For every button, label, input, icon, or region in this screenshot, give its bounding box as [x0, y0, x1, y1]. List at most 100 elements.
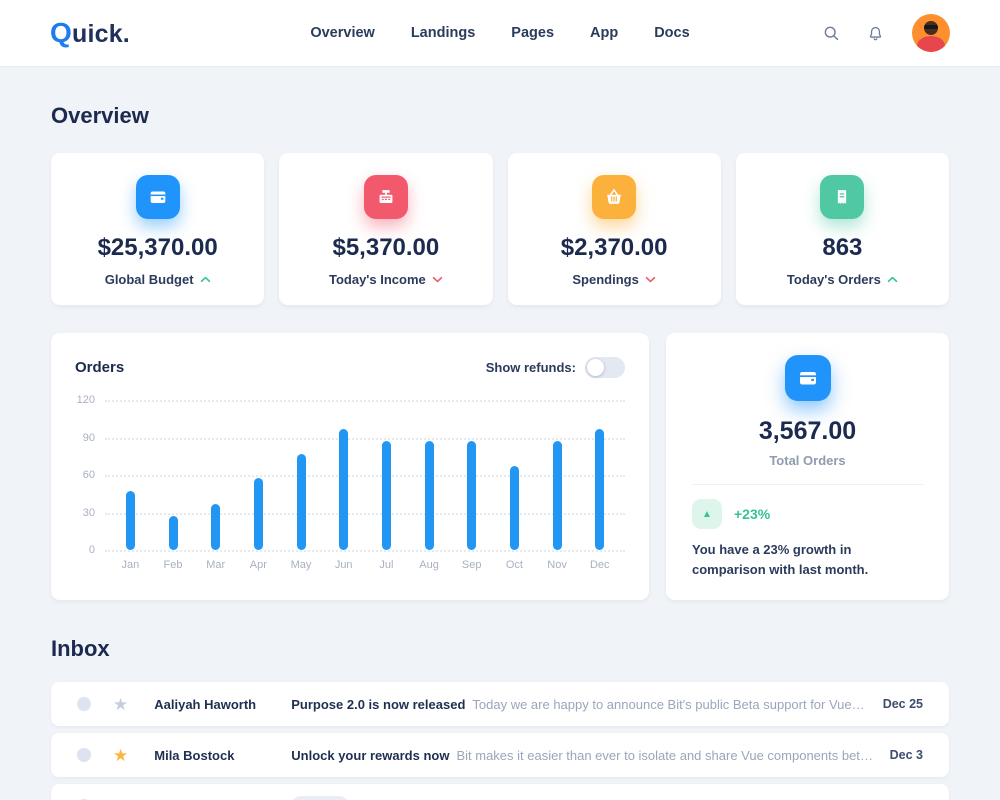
message-subject: Purpose 2.0 is now released: [291, 697, 465, 712]
page-title: Overview: [51, 103, 949, 129]
chart-header: Orders Show refunds:: [75, 357, 625, 378]
stat-label-dropdown[interactable]: Global Budget: [51, 272, 264, 287]
x-axis-label: Sep: [450, 559, 493, 571]
chart-title: Orders: [75, 359, 124, 376]
message-subject: Unlock your rewards now: [291, 748, 449, 763]
bar-column: [536, 400, 579, 550]
stat-label-text: Today's Income: [329, 272, 426, 287]
stat-label-text: Spendings: [572, 272, 638, 287]
message-preview: Bit makes it easier than ever to isolate…: [456, 748, 873, 763]
stat-cards: $25,370.00 Global Budget $5,370.00 Today…: [51, 153, 949, 305]
nav-item-app[interactable]: App: [590, 25, 618, 41]
page-content: Overview $25,370.00 Global Budget $5,370…: [0, 103, 1000, 800]
avatar-shirt: [917, 36, 945, 52]
stat-label-dropdown[interactable]: Today's Income: [279, 272, 492, 287]
orders-chart-card: Orders Show refunds: 1209060300 JanFebMa…: [51, 333, 649, 600]
stat-value: $25,370.00: [51, 234, 264, 262]
x-axis-label: May: [280, 559, 323, 571]
total-orders-label: Total Orders: [692, 453, 923, 468]
plot-area: [105, 400, 625, 550]
stat-value: $5,370.00: [279, 234, 492, 262]
cash-register-icon: [364, 175, 408, 219]
stat-card-spendings: $2,370.00 Spendings: [508, 153, 721, 305]
bar-mar: [211, 504, 220, 550]
x-axis-label: Aug: [408, 559, 451, 571]
nav-item-landings[interactable]: Landings: [411, 25, 475, 41]
message-date: Dec 3: [890, 748, 923, 762]
growth-percent: +23%: [734, 506, 770, 522]
logo[interactable]: Quick.: [50, 17, 130, 49]
stat-label-text: Today's Orders: [787, 272, 881, 287]
y-axis-label: 90: [83, 432, 95, 444]
stat-card-todays-income: $5,370.00 Today's Income: [279, 153, 492, 305]
receipt-icon: [820, 175, 864, 219]
trend-down-icon: [432, 276, 443, 283]
stat-card-global-budget: $25,370.00 Global Budget: [51, 153, 264, 305]
avatar-sunglasses: [924, 25, 938, 29]
x-axis-label: Apr: [237, 559, 280, 571]
star-icon[interactable]: ★: [113, 747, 128, 764]
nav-item-docs[interactable]: Docs: [654, 25, 689, 41]
logo-text: uick.: [72, 20, 130, 48]
bar-column: [237, 400, 280, 550]
bar-jul: [382, 441, 391, 550]
x-axis-label: Jun: [322, 559, 365, 571]
main-nav: Overview Landings Pages App Docs: [310, 25, 689, 41]
stat-label-dropdown[interactable]: Spendings: [508, 272, 721, 287]
stat-label-dropdown[interactable]: Today's Orders: [736, 272, 949, 287]
nav-item-overview[interactable]: Overview: [310, 25, 375, 41]
y-axis-label: 60: [83, 469, 95, 481]
stat-label-text: Global Budget: [105, 272, 194, 287]
show-refunds-toggle[interactable]: [585, 357, 625, 378]
bar-column: [152, 400, 195, 550]
inbox-row[interactable]: ★ Mila Bostock Unlock your rewards now B…: [51, 733, 949, 777]
bar-column: [493, 400, 536, 550]
toggle-knob: [587, 359, 604, 376]
trend-up-icon: [887, 276, 898, 283]
navbar: Quick. Overview Landings Pages App Docs: [0, 0, 1000, 67]
inbox-row[interactable]: ★ Caroline Gunn Orders You got a new ord…: [51, 784, 949, 800]
bar-feb: [169, 516, 178, 550]
sender-name: Mila Bostock: [154, 748, 291, 763]
gridline: [105, 550, 625, 552]
unread-dot[interactable]: [77, 748, 91, 762]
message-date: Dec 25: [883, 697, 923, 711]
growth-row: ▲ +23%: [692, 499, 923, 529]
bar-dec: [595, 429, 604, 550]
inbox-row[interactable]: ★ Aaliyah Haworth Purpose 2.0 is now rel…: [51, 682, 949, 726]
growth-up-arrow-icon: ▲: [692, 499, 722, 529]
show-refunds-label: Show refunds:: [486, 360, 576, 375]
notifications-bell-icon[interactable]: [860, 18, 890, 48]
growth-description: You have a 23% growth in comparison with…: [692, 540, 923, 580]
x-axis-label: Mar: [194, 559, 237, 571]
unread-dot[interactable]: [77, 697, 91, 711]
bar-sep: [467, 441, 476, 550]
bar-column: [365, 400, 408, 550]
search-icon[interactable]: [816, 18, 846, 48]
nav-item-pages[interactable]: Pages: [511, 25, 554, 41]
bar-jan: [126, 491, 135, 550]
sender-name: Aaliyah Haworth: [154, 697, 291, 712]
wallet-icon: [136, 175, 180, 219]
message-preview: Today we are happy to announce Bit's pub…: [472, 697, 866, 712]
user-avatar[interactable]: [912, 14, 950, 52]
bar-oct: [510, 466, 519, 550]
bar-chart: 1209060300: [75, 400, 625, 550]
bar-column: [280, 400, 323, 550]
bar-column: [408, 400, 451, 550]
stat-card-todays-orders: 863 Today's Orders: [736, 153, 949, 305]
x-axis-label: Oct: [493, 559, 536, 571]
orders-badge: Orders: [291, 796, 349, 800]
x-axis-label: Jan: [109, 559, 152, 571]
total-orders-value: 3,567.00: [692, 417, 923, 446]
y-axis-label: 120: [77, 394, 95, 406]
stat-value: 863: [736, 234, 949, 262]
bar-column: [322, 400, 365, 550]
bar-jun: [339, 429, 348, 550]
star-icon[interactable]: ★: [113, 696, 128, 713]
y-axis-label: 30: [83, 507, 95, 519]
bar-column: [450, 400, 493, 550]
stat-value: $2,370.00: [508, 234, 721, 262]
trend-down-icon: [645, 276, 656, 283]
x-axis-label: Dec: [578, 559, 621, 571]
